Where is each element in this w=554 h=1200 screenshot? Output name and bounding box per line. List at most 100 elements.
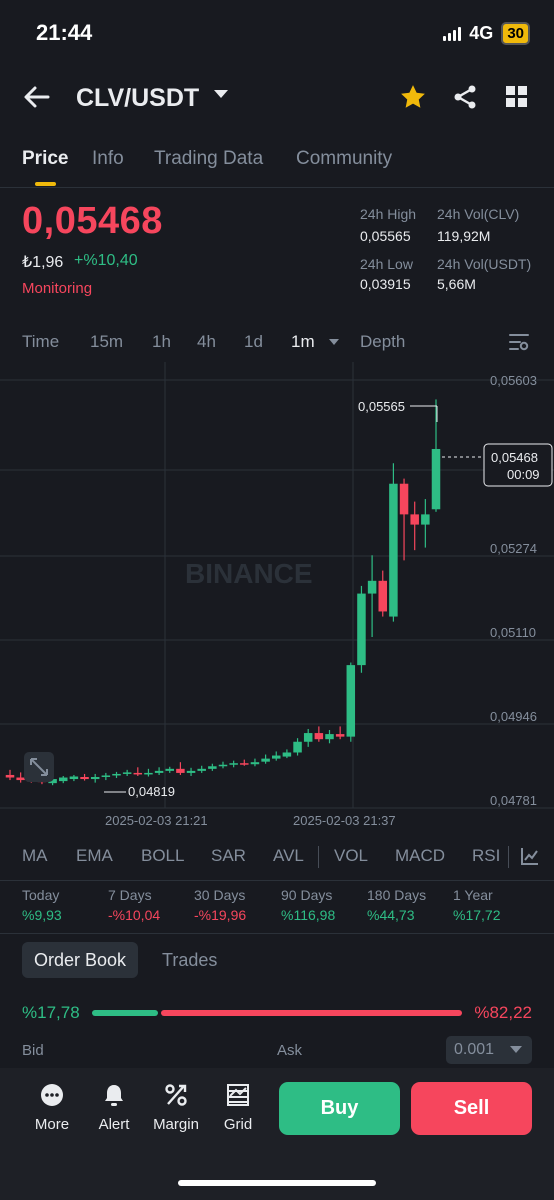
candle xyxy=(410,501,419,551)
candle xyxy=(229,760,238,768)
share-icon[interactable] xyxy=(452,84,478,110)
signal-icon xyxy=(443,26,462,41)
candle-body xyxy=(399,483,409,515)
candle xyxy=(250,758,260,767)
pair-title[interactable]: CLV/USDT xyxy=(76,84,199,113)
candle xyxy=(367,555,377,638)
y-tick-label: 0,04781 xyxy=(490,793,537,808)
candle xyxy=(325,730,334,744)
indicator-sar[interactable]: SAR xyxy=(211,846,246,866)
indicator-vol[interactable]: VOL xyxy=(334,846,368,866)
perf-label: 7 Days xyxy=(108,887,152,903)
indicator-ma[interactable]: MA xyxy=(22,846,48,866)
battery-icon: 30 xyxy=(501,22,530,45)
stat-24h-vol-base-value: 119,92M xyxy=(437,228,491,244)
back-arrow-icon[interactable] xyxy=(22,84,52,110)
favorite-star-icon[interactable] xyxy=(398,82,428,112)
more-button[interactable]: More xyxy=(22,1082,82,1133)
candle xyxy=(240,759,249,766)
stat-24h-low-value: 0,03915 xyxy=(360,276,411,292)
candle xyxy=(154,767,164,775)
stat-24h-vol-base-label: 24h Vol(CLV) xyxy=(437,206,520,222)
pair-dropdown-caret-icon[interactable] xyxy=(214,90,228,98)
max-price-label: 0,05565 xyxy=(358,399,405,414)
candle xyxy=(197,765,206,773)
candle xyxy=(282,749,292,759)
chart-settings-icon[interactable] xyxy=(508,332,530,352)
grid-button[interactable]: Grid xyxy=(208,1082,268,1133)
divider xyxy=(0,933,554,934)
candle xyxy=(272,751,281,761)
candle xyxy=(165,766,174,773)
fullscreen-expand-icon[interactable] xyxy=(24,752,54,782)
candle-body xyxy=(133,772,143,775)
buy-button[interactable]: Buy xyxy=(279,1082,400,1135)
interval-time[interactable]: Time xyxy=(22,332,59,352)
network-type: 4G xyxy=(469,23,494,43)
candle-body xyxy=(59,777,68,782)
indicator-avl[interactable]: AVL xyxy=(273,846,304,866)
interval-4h[interactable]: 4h xyxy=(197,332,216,352)
candle xyxy=(59,775,68,784)
candle-body xyxy=(389,483,398,617)
y-tick-label: 0,05274 xyxy=(490,541,537,556)
interval-depth[interactable]: Depth xyxy=(360,332,405,352)
candle xyxy=(133,767,143,776)
indicator-ema[interactable]: EMA xyxy=(76,846,113,866)
interval-1m[interactable]: 1m xyxy=(291,332,315,352)
indicator-boll[interactable]: BOLL xyxy=(141,846,184,866)
candle xyxy=(208,763,217,771)
candle-body xyxy=(378,580,387,612)
candle-body xyxy=(218,764,228,767)
bell-icon xyxy=(105,1085,123,1106)
y-tick-label: 0,04946 xyxy=(490,709,537,724)
alert-label: Alert xyxy=(98,1116,130,1133)
interval-1d[interactable]: 1d xyxy=(244,332,263,352)
bid-column-header: Bid xyxy=(22,1042,44,1059)
status-indicators: 4G 30 xyxy=(443,22,530,45)
perf-value: %17,72 xyxy=(453,907,501,923)
candle-body xyxy=(282,752,292,757)
candle-body xyxy=(186,770,196,773)
precision-value: 0.001 xyxy=(454,1041,495,1058)
perf-value: %44,73 xyxy=(367,907,415,923)
tab-community[interactable]: Community xyxy=(296,148,392,170)
candlestick-chart[interactable]: BINANCE 0,05603 0,05274 0,05110 0,04946 … xyxy=(0,362,554,834)
tab-price[interactable]: Price xyxy=(22,148,68,170)
candle-body xyxy=(69,776,79,780)
y-tick-label: 0,05110 xyxy=(490,625,536,640)
current-price-label: 0,05468 xyxy=(491,450,538,465)
layout-grid-icon[interactable] xyxy=(506,86,528,108)
margin-button[interactable]: Margin xyxy=(146,1082,206,1133)
interval-more-caret-icon[interactable] xyxy=(329,339,339,345)
grid-label: Grid xyxy=(223,1116,253,1133)
monitoring-label[interactable]: Monitoring xyxy=(22,280,92,297)
interval-15m[interactable]: 15m xyxy=(90,332,123,352)
sell-button[interactable]: Sell xyxy=(411,1082,532,1135)
candle-body xyxy=(176,768,185,773)
tab-order-book[interactable]: Order Book xyxy=(22,942,138,978)
candle-body xyxy=(144,772,153,775)
indicator-settings-icon[interactable] xyxy=(520,846,542,868)
interval-1h[interactable]: 1h xyxy=(152,332,171,352)
candle xyxy=(122,769,132,776)
tab-trading-data[interactable]: Trading Data xyxy=(154,148,263,170)
candle xyxy=(16,772,25,783)
candle-body xyxy=(112,773,121,776)
indicator-macd[interactable]: MACD xyxy=(395,846,445,866)
candle xyxy=(69,774,79,782)
more-label: More xyxy=(34,1116,70,1133)
candle-body xyxy=(122,772,132,774)
candle-body xyxy=(16,777,25,781)
candle-body xyxy=(229,763,238,765)
tab-trades[interactable]: Trades xyxy=(162,950,217,971)
candle-body xyxy=(240,763,249,765)
percent-icon xyxy=(165,1084,187,1106)
candle xyxy=(399,478,409,561)
alert-button[interactable]: Alert xyxy=(84,1082,144,1133)
tab-info[interactable]: Info xyxy=(92,148,124,170)
candle xyxy=(346,662,356,742)
indicator-rsi[interactable]: RSI xyxy=(472,846,500,866)
candle-body xyxy=(101,775,111,778)
precision-select[interactable]: 0.001 xyxy=(446,1036,532,1064)
